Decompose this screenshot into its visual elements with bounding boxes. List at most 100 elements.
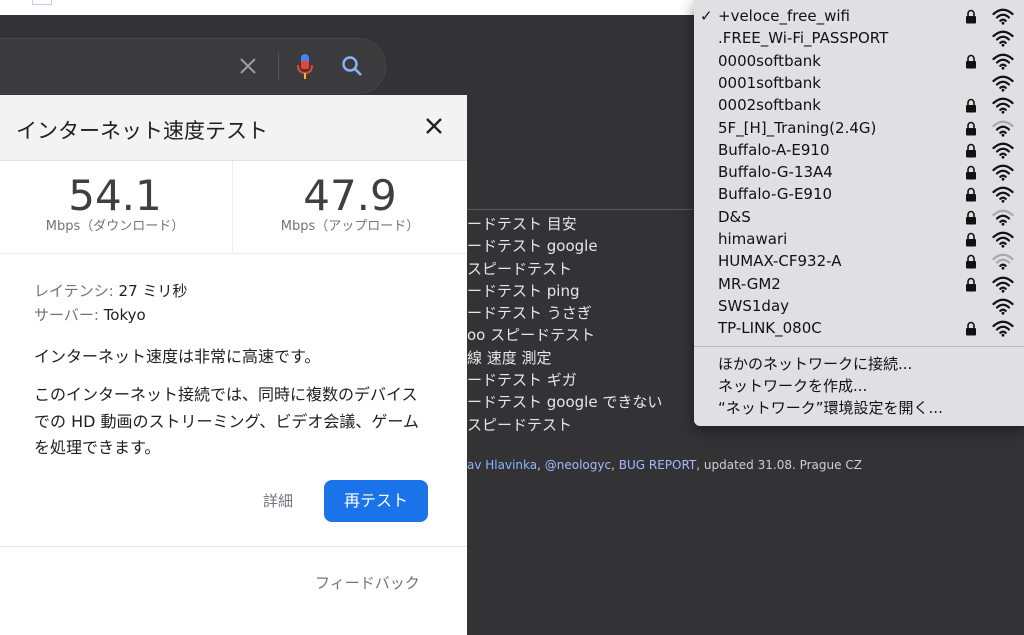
upload-unit: Mbps（アップロード） [280,219,420,234]
wifi-network-name: Buffalo-G-E910 [718,185,833,204]
speed-test-card: インターネット速度テスト 54.1 Mbps（ダウンロード） 47.9 Mbps… [0,95,467,635]
lock-icon [966,210,976,225]
wifi-network-name: himawari [718,230,788,248]
results-divider [467,209,694,210]
card-title: インターネット速度テスト [16,119,268,143]
tab-indicator [32,0,52,5]
lock-icon [966,121,976,135]
wifi-signal-icon [992,231,1014,248]
search-divider [278,52,279,80]
wifi-network-row[interactable]: .FREE_Wi-Fi_PASSPORT [694,27,1024,49]
upload-metric: 47.9 Mbps（アップロード） [250,171,450,234]
wifi-network-name: +veloce_free_wifi [718,7,850,25]
card-divider [0,546,467,547]
footer-link-author[interactable]: av Hlavinka [467,458,537,472]
wifi-network-row[interactable]: 5F_[H]_Traning(2.4G) [694,117,1024,139]
server-line: サーバー: Tokyo [34,303,187,327]
upload-value: 47.9 [303,171,397,220]
wifi-menu: ほかのネットワークに接続... ネットワークを作成... “ネットワーク”環境設… [694,0,1024,426]
wifi-network-name: SWS1day [718,296,790,315]
wifi-network-name: 0001softbank [718,73,821,92]
wifi-network-name: 5F_[H]_Traning(2.4G) [718,118,877,137]
wifi-signal-icon [992,75,1014,92]
lock-icon [966,54,976,69]
description-line: を処理できます。 [34,438,161,457]
download-metric: 54.1 Mbps（ダウンロード） [15,171,215,234]
download-unit: Mbps（ダウンロード） [45,219,185,234]
lock-icon [966,98,976,113]
menu-item-join-other[interactable]: ほかのネットワークに接続... [718,353,912,375]
footer-link-bug-report[interactable]: BUG REPORT [619,458,697,472]
footer-link-twitter[interactable]: @neologyc [545,458,611,472]
wifi-network-row[interactable]: 0001softbank [694,72,1024,94]
related-search-item[interactable]: ードテスト 目安 [467,213,727,235]
close-icon[interactable] [423,115,445,137]
description-line: での HD 動画のストリーミング、ビデオ会議、ゲーム [34,411,419,431]
wifi-network-row[interactable]: HUMAX-CF932-A [694,250,1024,272]
checkmark-icon: ✓ [700,7,713,25]
speed-description: このインターネット接続では、同時に複数のデバイス での HD 動画のストリーミン… [34,382,434,462]
wifi-network-row[interactable]: 0002softbank [694,94,1024,116]
lock-icon [966,143,976,158]
related-search-item[interactable]: 線 速度 測定 [467,347,727,369]
wifi-signal-icon [992,276,1014,293]
wifi-network-row[interactable]: Buffalo-A-E910 [694,139,1024,161]
details-button[interactable]: 詳細 [263,490,293,511]
metrics-divider [232,161,233,253]
wifi-network-name: TP-LINK_080C [718,319,822,338]
wifi-network-row[interactable]: SWS1day [694,295,1024,317]
lock-icon [966,255,976,269]
related-search-item[interactable]: ードテスト ギガ [467,369,727,391]
wifi-network-name: 0000softbank [718,51,821,70]
latency-label: レイテンシ: [34,282,114,300]
lock-icon [966,188,976,202]
connection-info: レイテンシ: 27 ミリ秒 サーバー: Tokyo [34,279,187,327]
menu-item-create-network[interactable]: ネットワークを作成... [718,375,867,397]
lock-icon [966,232,976,247]
wifi-network-name: 0002softbank [718,96,821,115]
related-search-item[interactable]: ードテスト google できない [467,391,727,413]
wifi-network-row[interactable]: 0000softbank [694,50,1024,72]
wifi-signal-icon [992,298,1014,315]
lock-icon [966,165,976,180]
menu-item-open-preferences[interactable]: “ネットワーク”環境設定を開く... [718,397,943,419]
wifi-signal-icon [992,53,1014,70]
related-search-item[interactable]: ードテスト ping [467,280,727,302]
wifi-network-row[interactable]: MR-GM2 [694,273,1024,295]
wifi-network-row[interactable]: Buffalo-G-E910 [694,183,1024,205]
page-footer: av Hlavinka, @neologyc, BUG REPORT, upda… [467,458,862,472]
close-icon[interactable] [238,56,258,76]
related-search-item[interactable]: ードテスト google [467,235,727,257]
wifi-network-name: D&S [718,207,751,226]
wifi-signal-icon [992,320,1014,337]
wifi-network-row[interactable]: TP-LINK_080C [694,317,1024,339]
wifi-network-row[interactable]: D&S [694,206,1024,228]
wifi-signal-icon [992,187,1014,203]
retest-button[interactable]: 再テスト [324,480,428,522]
related-search-item[interactable]: スピードテスト [467,414,727,436]
search-icon[interactable] [340,54,364,78]
wifi-network-row[interactable]: Buffalo-G-13A4 [694,161,1024,183]
speed-message: インターネット速度は非常に高速です。 [34,347,321,366]
wifi-signal-icon [992,253,1014,270]
wifi-signal-icon [992,120,1014,137]
mic-icon[interactable] [296,53,314,81]
wifi-signal-icon [992,209,1014,226]
wifi-network-name: MR-GM2 [718,274,781,293]
lock-icon [966,277,976,292]
related-search-item[interactable]: スピードテスト [467,258,727,280]
latency-line: レイテンシ: 27 ミリ秒 [34,279,187,303]
feedback-link[interactable]: フィードバック [315,572,420,593]
footer-separator: , [611,458,619,472]
wifi-network-name: Buffalo-G-13A4 [718,163,833,182]
download-value: 54.1 [68,171,162,220]
related-search-item[interactable]: ードテスト うさぎ [467,302,727,324]
wifi-signal-icon [992,30,1014,47]
footer-updated-text: , updated 31.08. Prague CZ [696,458,862,472]
search-bar[interactable] [0,38,386,94]
wifi-network-row[interactable]: himawari [694,228,1024,250]
menu-divider [694,346,1024,347]
wifi-network-name: HUMAX-CF932-A [718,252,842,271]
wifi-network-row[interactable]: ✓ +veloce_free_wifi [694,5,1024,27]
related-search-item[interactable]: oo スピードテスト [467,324,727,346]
